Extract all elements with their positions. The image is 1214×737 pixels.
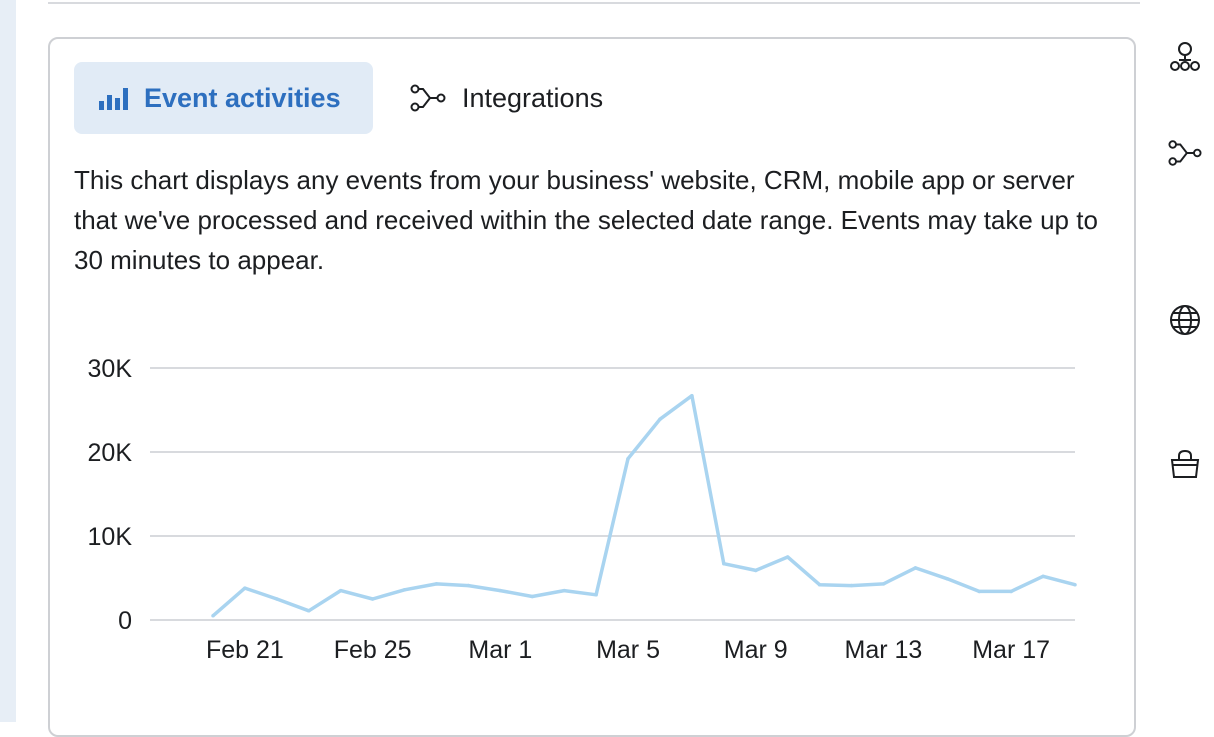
- globe-icon[interactable]: [1168, 303, 1202, 337]
- data-point: [307, 609, 311, 613]
- data-point: [785, 555, 790, 559]
- x-tick-label: Mar 9: [724, 636, 788, 664]
- data-point: [530, 594, 535, 599]
- data-point: [913, 566, 918, 570]
- data-point: [1041, 574, 1045, 579]
- data-point: [1009, 589, 1013, 594]
- data-point: [626, 456, 630, 461]
- tab-label: Event activities: [144, 82, 341, 113]
- y-tick-label: 30K: [88, 355, 133, 383]
- tab-integrations[interactable]: Integrations: [410, 62, 603, 134]
- x-tick-label: Feb 25: [334, 636, 412, 664]
- data-point: [945, 577, 950, 581]
- tab-label: Integrations: [462, 82, 604, 113]
- network-icon[interactable]: [1168, 40, 1202, 74]
- data-point: [817, 582, 822, 587]
- data-point: [275, 597, 279, 601]
- bar-chart-icon: [98, 85, 128, 111]
- data-point: [466, 583, 471, 588]
- data-point: [434, 582, 439, 586]
- integrations-icon: [410, 83, 446, 113]
- data-point: [849, 583, 854, 588]
- data-point: [498, 588, 503, 593]
- data-point: [338, 588, 343, 593]
- y-tick-label: 0: [118, 607, 132, 635]
- data-point: [370, 597, 375, 601]
- data-point: [1073, 582, 1077, 587]
- x-tick-label: Feb 21: [206, 636, 284, 664]
- x-tick-label: Mar 13: [845, 636, 923, 664]
- top-divider: [48, 2, 1140, 4]
- event-activity-chart: 0 10K 20K 30K Feb 21 Feb 25 Mar 1 Mar 5 Mar 9 Mar…: [88, 355, 1077, 664]
- series-line: [211, 393, 1076, 618]
- shopping-bag-icon[interactable]: [1168, 447, 1202, 481]
- x-tick-label: Mar 1: [468, 636, 532, 664]
- y-tick-label: 10K: [88, 523, 133, 551]
- data-point: [594, 593, 598, 597]
- data-point: [211, 614, 215, 618]
- data-point: [658, 417, 662, 421]
- data-point: [562, 588, 566, 593]
- tab-event-activities[interactable]: Event activities: [74, 62, 373, 134]
- data-point: [722, 561, 726, 566]
- data-point: [690, 393, 694, 398]
- x-tick-label: Mar 5: [596, 636, 660, 664]
- x-tick-label: Mar 17: [972, 636, 1050, 664]
- data-point: [753, 568, 758, 573]
- y-tick-label: 20K: [88, 439, 133, 467]
- data-point: [243, 586, 247, 590]
- data-point: [977, 589, 981, 594]
- data-point: [402, 588, 407, 592]
- left-panel-edge: [0, 0, 16, 722]
- data-point: [881, 582, 886, 586]
- chart-description: This chart displays any events from your…: [74, 165, 1098, 275]
- integrations-icon[interactable]: [1168, 136, 1202, 170]
